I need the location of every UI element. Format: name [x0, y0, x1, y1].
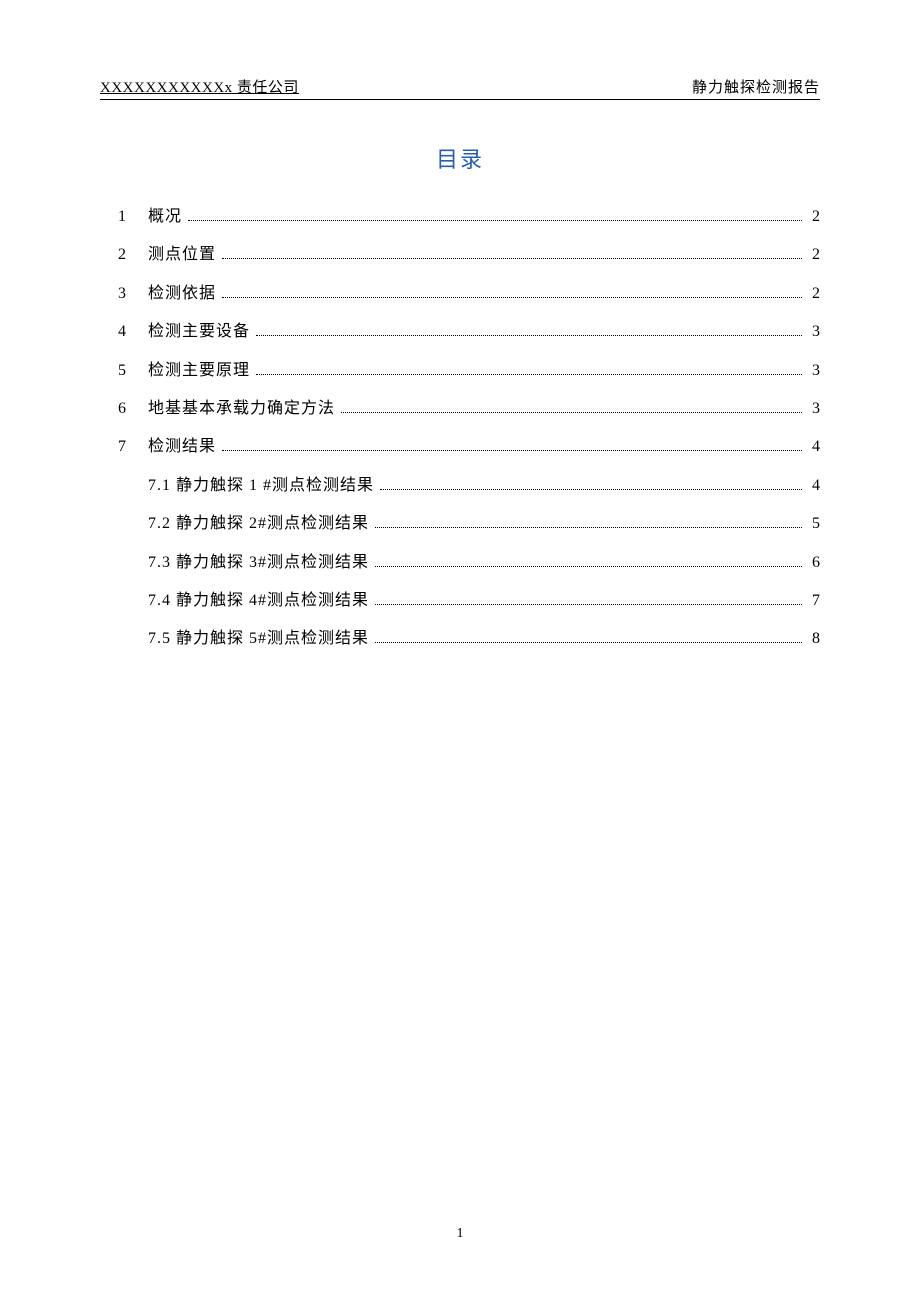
toc-leader [341, 412, 802, 413]
toc-page: 4 [806, 428, 820, 466]
toc-entry: 6 地基基本承载力确定方法 3 [118, 390, 820, 428]
page-number: 1 [0, 1226, 920, 1242]
toc-leader [222, 450, 802, 451]
toc-entry: 7 检测结果 4 [118, 428, 820, 466]
toc-entry: 1 概况 2 [118, 198, 820, 236]
toc-page: 2 [806, 275, 820, 313]
toc-leader [256, 335, 802, 336]
toc-leader [375, 527, 802, 528]
toc-leader [380, 489, 802, 490]
toc-page: 8 [806, 620, 820, 658]
toc-page: 3 [806, 313, 820, 351]
toc-sublabel: 7.1 静力触探 1 #测点检测结果 [148, 467, 374, 505]
toc-number: 4 [118, 313, 148, 351]
header-company: XXXXXXXXXXXx 责任公司 [100, 76, 299, 97]
toc-number: 1 [118, 198, 148, 236]
toc-number: 2 [118, 236, 148, 274]
toc-sublabel: 7.2 静力触探 2#测点检测结果 [148, 505, 369, 543]
toc-page: 7 [806, 582, 820, 620]
toc-page: 2 [806, 198, 820, 236]
toc-label: 检测结果 [148, 428, 216, 466]
toc-label: 检测主要设备 [148, 313, 250, 351]
header-report-title: 静力触探检测报告 [692, 76, 820, 97]
toc-leader [222, 297, 802, 298]
toc-label: 检测依据 [148, 275, 216, 313]
toc-page: 5 [806, 505, 820, 543]
toc-subentry: 7.5 静力触探 5#测点检测结果 8 [118, 620, 820, 658]
toc-label: 检测主要原理 [148, 352, 250, 390]
toc-label: 地基基本承载力确定方法 [148, 390, 335, 428]
toc-subentry: 7.1 静力触探 1 #测点检测结果 4 [118, 467, 820, 505]
toc-leader [188, 220, 802, 221]
toc-number: 7 [118, 428, 148, 466]
toc-sublabel: 7.4 静力触探 4#测点检测结果 [148, 582, 369, 620]
toc-leader [375, 566, 802, 567]
toc-number: 3 [118, 275, 148, 313]
toc-sublabel: 7.3 静力触探 3#测点检测结果 [148, 544, 369, 582]
toc-subentry: 7.2 静力触探 2#测点检测结果 5 [118, 505, 820, 543]
toc-leader [375, 604, 802, 605]
toc-entry: 5 检测主要原理 3 [118, 352, 820, 390]
toc-label: 概况 [148, 198, 182, 236]
table-of-contents: 1 概况 2 2 测点位置 2 3 检测依据 2 4 检测主要设备 3 5 检测… [118, 198, 820, 659]
toc-page: 3 [806, 352, 820, 390]
toc-label: 测点位置 [148, 236, 216, 274]
toc-sublabel: 7.5 静力触探 5#测点检测结果 [148, 620, 369, 658]
toc-entry: 3 检测依据 2 [118, 275, 820, 313]
toc-leader [222, 258, 802, 259]
page-header: XXXXXXXXXXXx 责任公司 静力触探检测报告 [100, 76, 820, 100]
document-page: XXXXXXXXXXXx 责任公司 静力触探检测报告 目录 1 概况 2 2 测… [0, 0, 920, 659]
toc-leader [375, 642, 802, 643]
toc-subentry: 7.4 静力触探 4#测点检测结果 7 [118, 582, 820, 620]
toc-number: 6 [118, 390, 148, 428]
toc-leader [256, 374, 802, 375]
toc-entry: 2 测点位置 2 [118, 236, 820, 274]
toc-entry: 4 检测主要设备 3 [118, 313, 820, 351]
toc-title: 目录 [100, 142, 820, 174]
toc-page: 4 [806, 467, 820, 505]
toc-subentry: 7.3 静力触探 3#测点检测结果 6 [118, 544, 820, 582]
toc-page: 3 [806, 390, 820, 428]
toc-page: 6 [806, 544, 820, 582]
toc-page: 2 [806, 236, 820, 274]
toc-number: 5 [118, 352, 148, 390]
